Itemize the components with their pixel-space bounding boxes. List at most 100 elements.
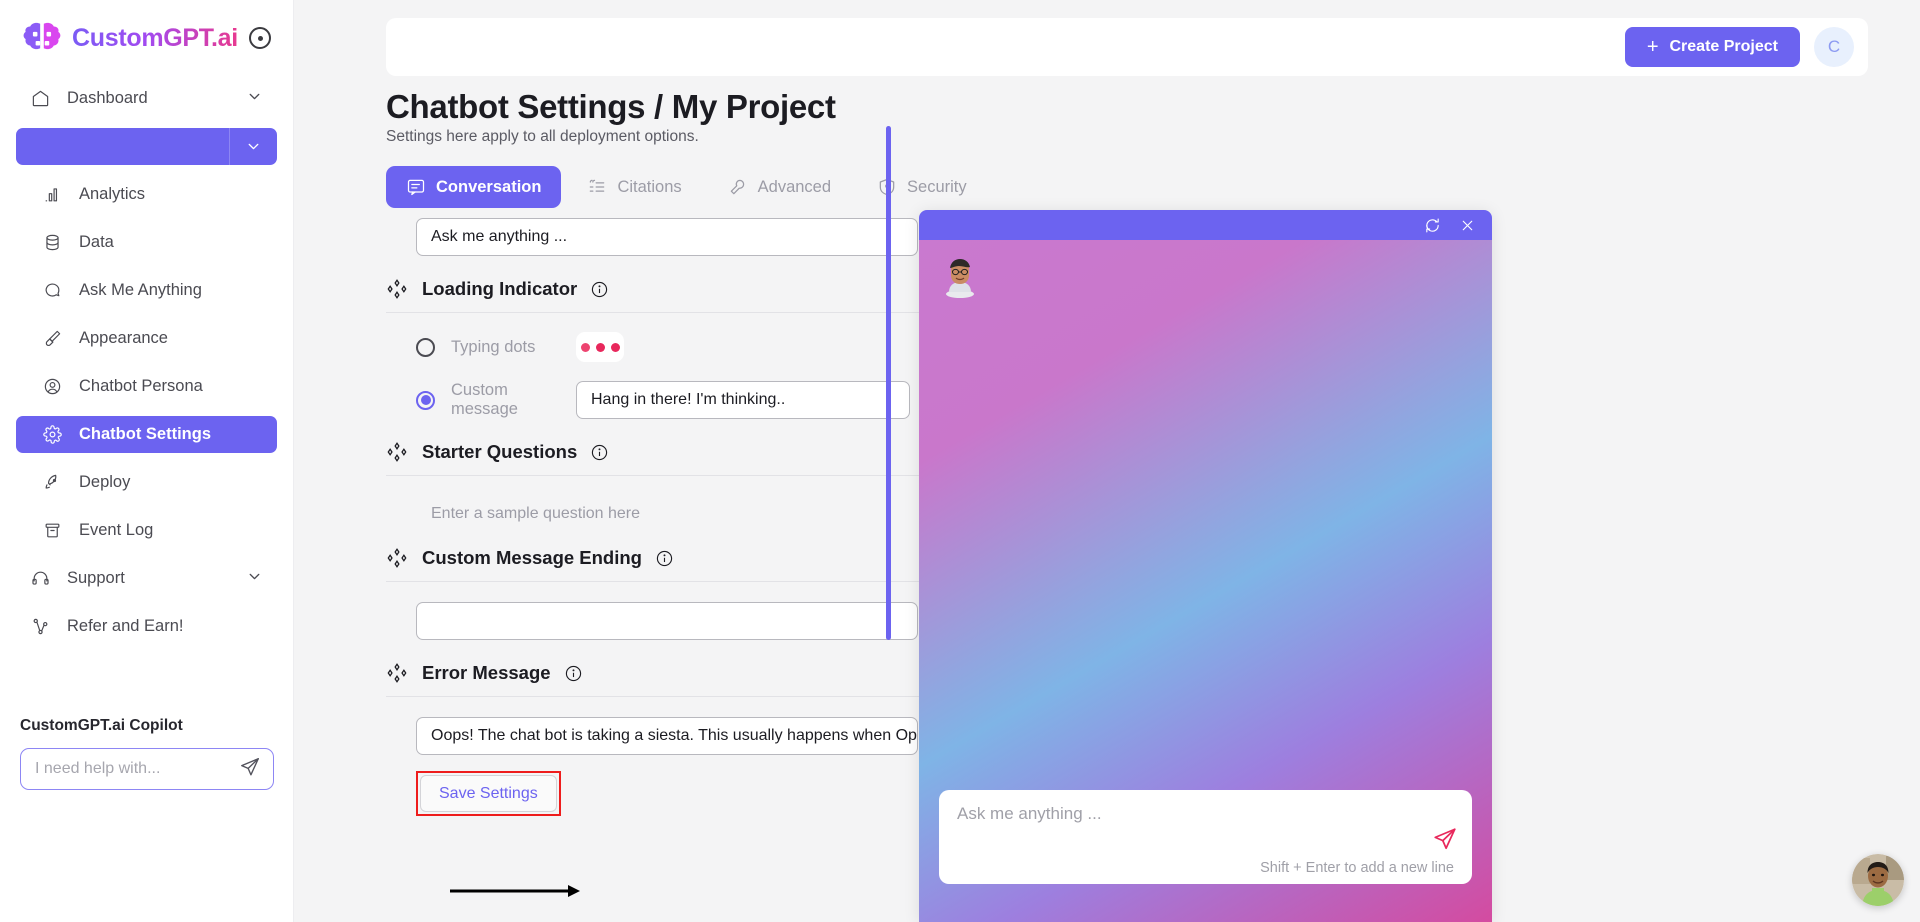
chat-preview-hint: Shift + Enter to add a new line xyxy=(1260,860,1454,876)
custom-message-ending-input[interactable] xyxy=(416,602,918,640)
radio-custom-message[interactable] xyxy=(416,390,435,410)
section-custom-message-ending: Custom Message Ending xyxy=(386,547,958,569)
brand-name: CustomGPT.ai xyxy=(72,23,238,52)
save-settings-label: Save Settings xyxy=(439,784,538,802)
message-square-icon xyxy=(407,179,425,196)
starter-question-row[interactable]: Enter a sample question here + xyxy=(386,503,958,525)
support-agent-photo xyxy=(1852,854,1904,906)
settings-scrollbar[interactable] xyxy=(886,126,891,640)
sidebar-item-support[interactable]: Support xyxy=(16,560,277,597)
tab-label: Citations xyxy=(617,177,682,196)
brand-row: CustomGPT.ai xyxy=(0,0,293,76)
sidebar-item-data[interactable]: Data xyxy=(16,224,277,261)
gear-icon xyxy=(42,425,62,445)
collapse-circle-icon[interactable] xyxy=(249,27,271,49)
error-message-input[interactable]: Oops! The chat bot is taking a siesta. T… xyxy=(416,717,918,755)
tab-label: Conversation xyxy=(436,177,542,196)
info-icon[interactable] xyxy=(565,665,582,682)
section-title: Error Message xyxy=(422,662,551,683)
sidebar-item-deploy[interactable]: Deploy xyxy=(16,464,277,501)
copilot-input[interactable]: I need help with... xyxy=(35,760,239,778)
info-icon[interactable] xyxy=(656,550,673,567)
radio-typing-dots[interactable] xyxy=(416,337,435,357)
support-chat-avatar[interactable] xyxy=(1852,854,1904,906)
project-dropdown-toggle[interactable] xyxy=(229,128,277,165)
sidebar-item-analytics[interactable]: Analytics xyxy=(16,176,277,213)
headset-icon xyxy=(30,569,50,589)
chat-preview-header xyxy=(919,210,1492,240)
user-circle-icon xyxy=(42,377,62,397)
chat-preview-panel: Ask me anything ... Shift + Enter to add… xyxy=(919,210,1492,922)
tab-citations[interactable]: Citations xyxy=(567,166,701,208)
copilot-input-wrapper[interactable]: I need help with... xyxy=(20,748,274,790)
copilot-title: CustomGPT.ai Copilot xyxy=(20,717,183,734)
page-subtitle: Settings here apply to all deployment op… xyxy=(386,128,699,145)
app-root: CustomGPT.ai Dashboard Project xyxy=(0,0,1920,922)
save-settings-button[interactable]: Save Settings xyxy=(420,775,557,812)
custom-loading-message-value: Hang in there! I'm thinking.. xyxy=(591,391,786,408)
section-title: Custom Message Ending xyxy=(422,547,642,568)
sidebar-item-label: Chatbot Persona xyxy=(79,377,203,395)
loading-option-typing-dots[interactable]: Typing dots xyxy=(386,332,958,362)
chevron-down-icon xyxy=(248,143,259,150)
create-project-button[interactable]: + Create Project xyxy=(1624,27,1800,67)
sidebar-item-label: Ask Me Anything xyxy=(79,281,202,299)
chat-preview-body: Ask me anything ... Shift + Enter to add… xyxy=(919,240,1492,922)
sidebar-item-chatbot-settings[interactable]: Chatbot Settings xyxy=(16,416,277,453)
sidebar-item-label: Analytics xyxy=(79,185,146,203)
error-message-value: Oops! The chat bot is taking a siesta. T… xyxy=(431,727,918,744)
chevron-down-icon[interactable] xyxy=(246,88,263,110)
tab-label: Security xyxy=(907,177,967,196)
custom-loading-message-input[interactable]: Hang in there! I'm thinking.. xyxy=(576,381,910,419)
diamonds-icon xyxy=(386,662,408,684)
default-prompt-value: Ask me anything ... xyxy=(431,228,568,245)
info-icon[interactable] xyxy=(591,281,608,298)
sidebar-item-refer-and-earn[interactable]: Refer and Earn! xyxy=(16,608,277,645)
section-divider xyxy=(386,475,958,476)
customgpt-brain-logo-icon xyxy=(22,21,62,55)
tab-security[interactable]: Security xyxy=(857,166,987,208)
sidebar-item-project-main[interactable]: Project xyxy=(16,128,229,165)
chat-preview-input-wrapper[interactable]: Ask me anything ... Shift + Enter to add… xyxy=(939,790,1472,884)
sidebar-nav: Dashboard Project xyxy=(0,76,293,645)
database-icon xyxy=(42,233,62,253)
send-icon[interactable] xyxy=(239,756,261,783)
send-icon[interactable] xyxy=(1432,826,1458,857)
sidebar-item-event-log[interactable]: Event Log xyxy=(16,512,277,549)
tab-label: Advanced xyxy=(757,177,832,196)
refresh-icon[interactable] xyxy=(1424,217,1441,234)
sidebar-item-dashboard[interactable]: Dashboard xyxy=(16,80,277,117)
diamonds-icon xyxy=(386,547,408,569)
avatar[interactable]: C xyxy=(1814,27,1854,67)
starter-question-input[interactable]: Enter a sample question here xyxy=(431,505,919,523)
avatar-initial: C xyxy=(1827,37,1841,56)
section-loading-indicator: Loading Indicator xyxy=(386,278,958,300)
settings-tabs: Conversation Citations Advanced Security xyxy=(386,166,987,208)
save-row: Save Settings xyxy=(386,771,958,816)
sidebar-item-chatbot-persona[interactable]: Chatbot Persona xyxy=(16,368,277,405)
loading-option-custom-message[interactable]: Custom message Hang in there! I'm thinki… xyxy=(386,381,958,419)
typing-dots-preview xyxy=(576,332,624,362)
sidebar-item-project[interactable]: Project xyxy=(16,128,277,165)
close-icon[interactable] xyxy=(1459,217,1476,234)
sidebar-item-ask-me-anything[interactable]: Ask Me Anything xyxy=(16,272,277,309)
chat-preview-input[interactable]: Ask me anything ... xyxy=(957,804,1102,823)
default-prompt-input[interactable]: Ask me anything ... xyxy=(416,218,918,256)
share-nodes-icon xyxy=(30,617,50,637)
create-project-label: Create Project xyxy=(1669,38,1779,55)
section-starter-questions: Starter Questions xyxy=(386,441,958,463)
info-icon[interactable] xyxy=(591,444,608,461)
sidebar-item-appearance[interactable]: Appearance xyxy=(16,320,277,357)
main-content: + Create Project C Chatbot Settings / My… xyxy=(294,0,1920,922)
chat-bubble-icon xyxy=(42,281,62,301)
annotation-arrow-icon xyxy=(450,885,580,897)
tab-advanced[interactable]: Advanced xyxy=(708,166,851,208)
sidebar: CustomGPT.ai Dashboard Project xyxy=(0,0,294,922)
sidebar-item-label: Event Log xyxy=(79,521,154,539)
tab-conversation[interactable]: Conversation xyxy=(386,166,562,208)
section-divider xyxy=(386,696,958,697)
paintbrush-icon xyxy=(42,329,62,349)
chevron-down-icon[interactable] xyxy=(246,568,263,590)
sidebar-item-label: Dashboard xyxy=(67,89,148,107)
wrench-icon xyxy=(730,179,744,195)
